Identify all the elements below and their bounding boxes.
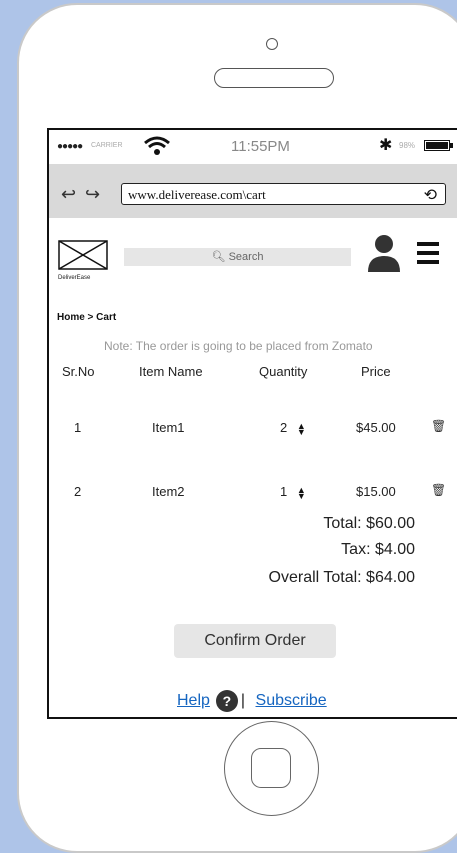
search-input[interactable]: 🔍︎ Search — [124, 248, 351, 266]
trash-icon[interactable]: 🗑︎ — [431, 419, 446, 433]
header-item-name: Item Name — [139, 364, 203, 379]
camera — [266, 38, 278, 50]
logo-label: DeliverEase — [58, 275, 91, 281]
header-price: Price — [361, 364, 391, 379]
footer: Help? | Subscribe — [177, 690, 327, 712]
logo-image-icon — [58, 240, 108, 270]
header-quantity: Quantity — [259, 364, 308, 379]
total-amount: Total: $60.00 — [323, 515, 415, 532]
status-time: 11:55PM — [231, 138, 290, 155]
battery-percent: 98% — [399, 141, 416, 150]
menu-icon[interactable] — [417, 242, 439, 269]
order-note: Note: The order is going to be placed fr… — [104, 339, 373, 353]
row-price: $45.00 — [356, 420, 396, 435]
back-arrow-icon[interactable]: ↩ — [61, 184, 76, 205]
stepper-arrows-icon[interactable]: ▲ ▼ — [297, 485, 306, 500]
stepper-arrows-icon[interactable]: ▲ ▼ — [297, 421, 306, 436]
quantity-stepper[interactable]: 2 ▲ ▼ — [280, 420, 306, 436]
browser-bar: ↩ ↪ www.deliverease.com\cart ⟲ — [49, 164, 457, 218]
screen: ●●●●● CARRIER 11:55PM ✱ 98% ↩ ↪ www.deli… — [47, 128, 457, 719]
home-square-icon — [251, 748, 291, 788]
trash-icon[interactable]: 🗑︎ — [431, 483, 446, 497]
battery-icon — [424, 140, 453, 151]
breadcrumb[interactable]: Home > Cart — [57, 312, 116, 323]
tax-amount: Tax: $4.00 — [341, 541, 415, 558]
row-price: $15.00 — [356, 484, 396, 499]
speaker — [214, 68, 334, 88]
status-bar: ●●●●● CARRIER 11:55PM ✱ 98% — [49, 130, 457, 162]
search-icon: 🔍︎ — [211, 251, 226, 263]
user-avatar-icon[interactable] — [367, 234, 401, 272]
wifi-icon — [144, 136, 170, 155]
row-quantity: 2 — [280, 420, 288, 435]
row-item-name: Item1 — [152, 420, 185, 435]
row-quantity: 1 — [280, 484, 288, 499]
subscribe-link[interactable]: Subscribe — [256, 692, 327, 709]
url-field[interactable]: www.deliverease.com\cart ⟲ — [121, 183, 446, 205]
search-placeholder: Search — [228, 251, 264, 263]
confirm-order-button[interactable]: Confirm Order — [174, 624, 336, 658]
reload-icon[interactable]: ⟲ — [424, 185, 437, 205]
url-text: www.deliverease.com\cart — [128, 187, 266, 202]
home-button[interactable] — [224, 721, 319, 816]
header-sr-no: Sr.No — [62, 364, 95, 379]
forward-arrow-icon[interactable]: ↪ — [85, 184, 100, 205]
row-sr-no: 2 — [74, 484, 82, 499]
row-sr-no: 1 — [74, 420, 82, 435]
quantity-stepper[interactable]: 1 ▲ ▼ — [280, 484, 306, 500]
help-link[interactable]: Help — [177, 692, 210, 709]
carrier-label: CARRIER — [91, 142, 123, 149]
signal-dots-icon: ●●●●● — [57, 141, 83, 152]
footer-separator: | — [240, 692, 246, 710]
row-item-name: Item2 — [152, 484, 185, 499]
overall-total-amount: Overall Total: $64.00 — [268, 569, 415, 586]
help-question-icon[interactable]: ? — [215, 690, 238, 712]
bluetooth-icon: ✱ — [379, 137, 393, 154]
